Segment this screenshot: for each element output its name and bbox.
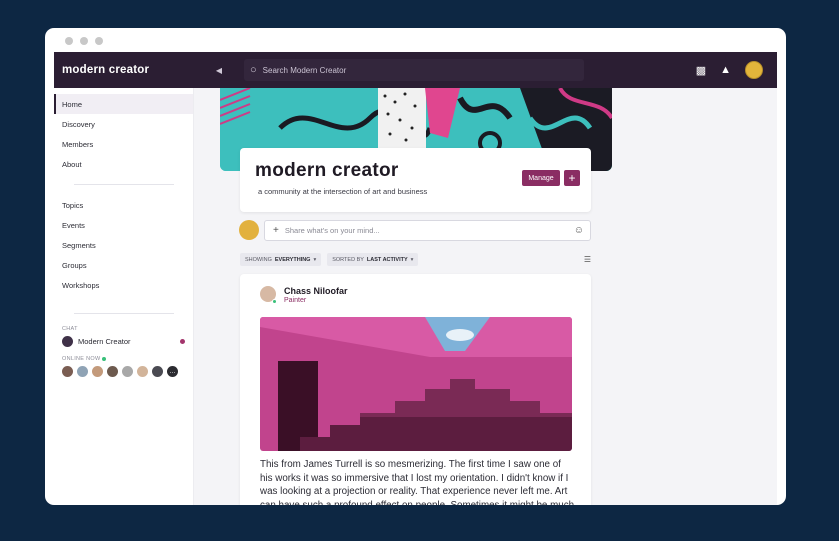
bell-icon[interactable]: ▲ [720, 64, 731, 76]
main-feed: modern creator a community at the inters… [194, 88, 777, 505]
online-status-icon [102, 356, 107, 361]
sidebar-item-about[interactable]: About [54, 154, 193, 174]
window-dot[interactable] [65, 37, 73, 45]
divider [74, 313, 174, 314]
member-avatar[interactable] [92, 366, 103, 377]
sidebar-item-segments[interactable]: Segments [54, 235, 193, 255]
chevron-down-icon: ▾ [410, 256, 414, 263]
search-icon: ○ [250, 64, 257, 76]
sorted-value: LAST ACTIVITY [366, 256, 408, 263]
turrell-room-image [260, 317, 572, 451]
top-bar: modern creator ◀ ○ Search Modern Creator… [54, 52, 777, 88]
chat-item-label: Modern Creator [78, 336, 131, 346]
community-title: modern creator [255, 160, 399, 181]
search-placeholder: Search Modern Creator [262, 65, 347, 75]
feed-filters: SHOWING EVERYTHING ▾ SORTED BY LAST ACTI… [240, 253, 591, 266]
chat-item-modern-creator[interactable]: Modern Creator [54, 332, 193, 350]
author-role: Painter [284, 297, 307, 304]
unread-indicator [180, 338, 185, 344]
plus-icon[interactable]: + [273, 225, 279, 236]
post-composer-input[interactable]: + Share what's on your mind... ☺ [264, 220, 591, 241]
emoji-icon[interactable]: ☺ [574, 225, 584, 236]
sidebar-item-events[interactable]: Events [54, 215, 193, 235]
online-members: … [54, 366, 193, 377]
composer-avatar [239, 220, 259, 240]
sidebar-item-discovery[interactable]: Discovery [54, 114, 193, 134]
window-controls [65, 37, 103, 45]
post-body: This from James Turrell is so mesmerizin… [260, 459, 575, 505]
chevron-down-icon: ▾ [313, 256, 317, 263]
sidebar: Home Discovery Members About Topics Even… [54, 88, 194, 505]
sorted-prefix: SORTED BY [332, 256, 364, 263]
member-avatar[interactable] [122, 366, 133, 377]
author-name[interactable]: Chass Niloofar [284, 286, 348, 296]
member-avatar[interactable] [137, 366, 148, 377]
post-image[interactable] [260, 317, 572, 451]
collapse-sidebar-icon[interactable]: ◀ [194, 66, 244, 75]
divider [74, 184, 174, 185]
community-header-card: modern creator a community at the inters… [240, 148, 591, 212]
showing-prefix: SHOWING [245, 256, 272, 263]
app-body: Home Discovery Members About Topics Even… [54, 88, 777, 505]
list-view-icon[interactable]: ☰ [584, 255, 591, 264]
manage-button[interactable]: Manage [522, 170, 560, 186]
window-dot[interactable] [95, 37, 103, 45]
more-members-icon[interactable]: … [167, 366, 178, 377]
showing-value: EVERYTHING [274, 256, 311, 263]
chat-logo-icon [62, 335, 73, 347]
brand-logo[interactable]: modern creator [62, 64, 194, 76]
search-input[interactable]: ○ Search Modern Creator [244, 59, 584, 81]
add-button[interactable]: + [564, 170, 580, 186]
browser-window: modern creator ◀ ○ Search Modern Creator… [45, 28, 786, 505]
window-dot[interactable] [80, 37, 88, 45]
sidebar-item-workshops[interactable]: Workshops [54, 275, 193, 295]
composer-placeholder: Share what's on your mind... [284, 226, 380, 235]
member-avatar[interactable] [107, 366, 118, 377]
user-avatar[interactable] [745, 61, 763, 79]
community-subtitle: a community at the intersection of art a… [258, 187, 428, 196]
online-status-icon [272, 299, 277, 304]
member-avatar[interactable] [77, 366, 88, 377]
top-bar-actions: ▩ ▲ [696, 61, 763, 79]
sidebar-item-members[interactable]: Members [54, 134, 193, 154]
online-now-label: ONLINE NOW [54, 356, 193, 362]
member-avatar[interactable] [62, 366, 73, 377]
messages-icon[interactable]: ▩ [696, 64, 706, 77]
member-avatar[interactable] [152, 366, 163, 377]
online-now-text: ONLINE NOW [62, 356, 101, 362]
showing-filter-dropdown[interactable]: SHOWING EVERYTHING ▾ [240, 253, 322, 266]
sidebar-item-groups[interactable]: Groups [54, 255, 193, 275]
sort-filter-dropdown[interactable]: SORTED BY LAST ACTIVITY ▾ [327, 253, 419, 266]
sidebar-item-home[interactable]: Home [54, 94, 193, 114]
feed-post: Chass Niloofar Painter This from James T… [240, 274, 591, 505]
sidebar-item-topics[interactable]: Topics [54, 195, 193, 215]
